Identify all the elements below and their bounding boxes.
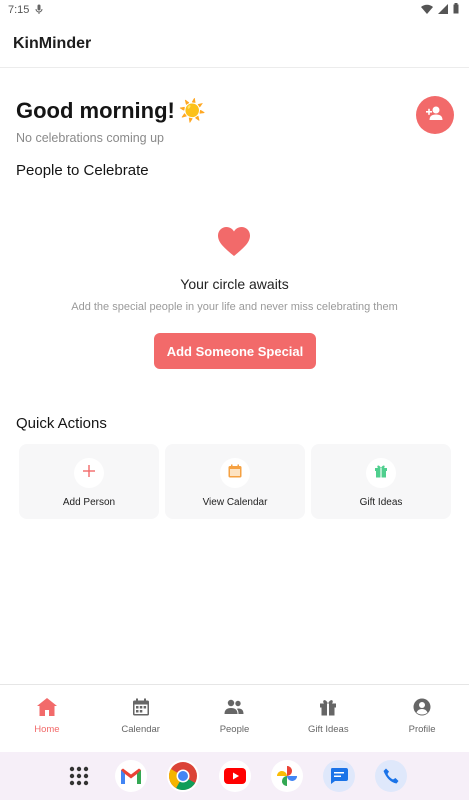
heart-icon xyxy=(217,226,251,258)
calendar-icon xyxy=(131,697,151,717)
plus-icon xyxy=(83,464,95,482)
quick-action-view-calendar[interactable]: View Calendar xyxy=(165,444,305,519)
gift-icon xyxy=(374,464,388,483)
system-dock xyxy=(0,752,469,800)
nav-label: People xyxy=(219,724,250,735)
greeting-subtitle: No celebrations coming up xyxy=(16,131,164,145)
app-drawer-icon[interactable] xyxy=(63,760,95,792)
people-icon xyxy=(224,697,244,717)
nav-item-gift-ideas[interactable]: Gift Ideas xyxy=(293,697,363,735)
nav-item-home[interactable]: Home xyxy=(12,697,82,735)
nav-label: Calendar xyxy=(121,724,160,735)
chrome-icon[interactable] xyxy=(166,760,199,792)
status-time: 7:15 xyxy=(8,4,30,16)
profile-icon xyxy=(412,697,432,717)
quick-action-add-person[interactable]: Add Person xyxy=(19,444,159,519)
gmail-icon[interactable] xyxy=(114,760,147,792)
phone-icon[interactable] xyxy=(374,760,407,792)
nav-label: Home xyxy=(34,724,60,735)
microphone-icon xyxy=(35,4,43,17)
nav-item-people[interactable]: People xyxy=(199,697,269,735)
youtube-icon[interactable] xyxy=(218,760,251,792)
quick-action-label: View Calendar xyxy=(202,497,268,508)
calendar-icon xyxy=(228,464,242,483)
add-someone-special-button[interactable]: Add Someone Special xyxy=(154,333,316,369)
quick-action-label: Add Person xyxy=(62,497,116,508)
nav-label: Profile xyxy=(408,724,436,735)
app-bar: KinMinder xyxy=(0,20,469,68)
status-bar: 7:15 xyxy=(0,0,469,20)
battery-icon xyxy=(453,3,459,17)
wifi-icon xyxy=(421,4,433,17)
greeting-heading: Good morning! ☀️ xyxy=(16,98,206,124)
empty-state-title: Your circle awaits xyxy=(180,276,289,292)
quick-actions-title: Quick Actions xyxy=(16,415,107,432)
empty-state-description: Add the special people in your life and … xyxy=(71,301,398,313)
person-add-icon xyxy=(426,105,444,126)
nav-item-profile[interactable]: Profile xyxy=(387,697,457,735)
nav-item-calendar[interactable]: Calendar xyxy=(106,697,176,735)
nav-label: Gift Ideas xyxy=(307,724,349,735)
app-title: KinMinder xyxy=(13,34,92,52)
greeting-text: Good morning! xyxy=(16,98,175,123)
home-icon xyxy=(36,697,57,717)
quick-action-label: Gift Ideas xyxy=(359,497,403,508)
gift-icon xyxy=(318,697,338,717)
messages-icon[interactable] xyxy=(322,760,355,792)
quick-action-gift-ideas[interactable]: Gift Ideas xyxy=(311,444,451,519)
signal-icon xyxy=(438,3,448,17)
sun-emoji-icon: ☀️ xyxy=(178,98,207,123)
bottom-navigation: Home Calendar People Gift Ideas Profile xyxy=(0,684,469,752)
photos-icon[interactable] xyxy=(270,760,303,792)
people-section-title: People to Celebrate xyxy=(16,162,149,179)
add-person-button[interactable] xyxy=(416,96,454,134)
